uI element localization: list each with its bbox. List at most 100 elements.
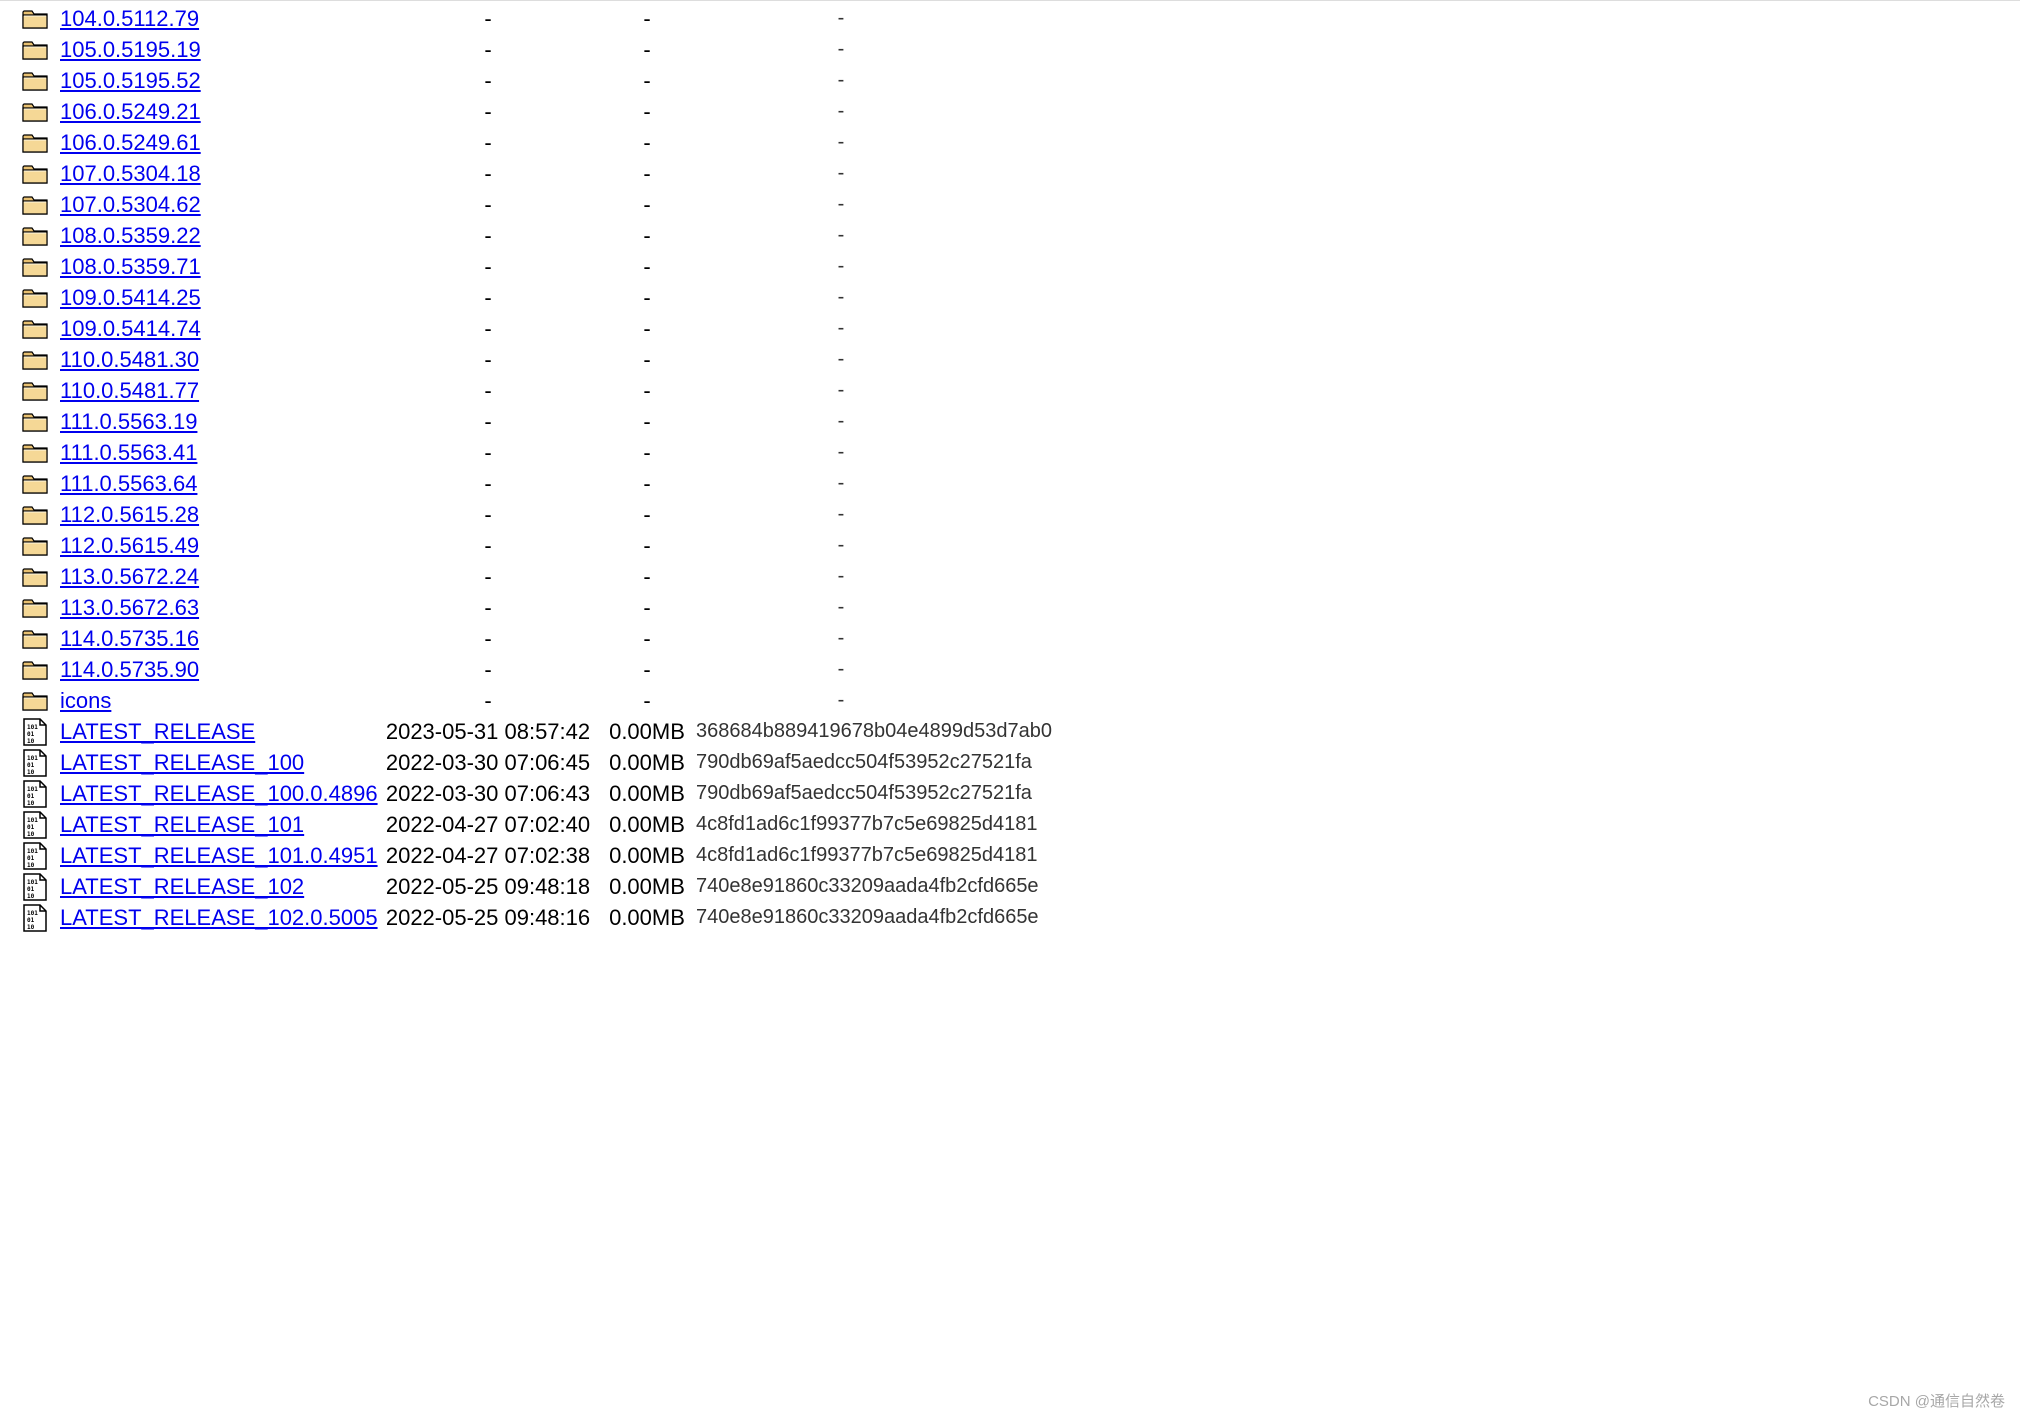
folder-link[interactable]: 109.0.5414.74	[60, 316, 201, 341]
folder-link[interactable]: 105.0.5195.19	[60, 37, 201, 62]
hash-cell: 4c8fd1ad6c1f99377b7c5e69825d4181	[696, 844, 986, 867]
watermark: CSDN @通信自然卷	[1868, 1390, 2005, 1411]
folder-icon	[22, 163, 48, 185]
folder-icon	[22, 380, 48, 402]
date-cell: -	[378, 254, 598, 280]
folder-icon	[22, 287, 48, 309]
folder-icon	[22, 39, 48, 61]
file-link[interactable]: LATEST_RELEASE	[60, 719, 255, 744]
folder-icon	[22, 256, 48, 278]
svg-text:01: 01	[27, 762, 35, 769]
file-link[interactable]: LATEST_RELEASE_100.0.4896	[60, 781, 378, 806]
folder-link[interactable]: 110.0.5481.77	[60, 378, 199, 403]
size-cell: -	[598, 254, 696, 280]
hash-cell: -	[696, 689, 986, 712]
name-cell: LATEST_RELEASE_100.0.4896	[60, 781, 378, 807]
name-cell: 105.0.5195.52	[60, 68, 378, 94]
list-row: 1010110LATEST_RELEASE_1012022-04-27 07:0…	[0, 809, 2020, 840]
folder-icon-cell	[22, 132, 60, 154]
size-cell: -	[598, 285, 696, 311]
size-cell: -	[598, 471, 696, 497]
folder-icon-cell	[22, 442, 60, 464]
date-cell: -	[378, 223, 598, 249]
folder-icon-cell	[22, 225, 60, 247]
folder-link[interactable]: 113.0.5672.24	[60, 564, 199, 589]
folder-link[interactable]: 107.0.5304.18	[60, 161, 201, 186]
date-cell: -	[378, 130, 598, 156]
date-cell: -	[378, 161, 598, 187]
date-cell: -	[378, 409, 598, 435]
folder-icon	[22, 442, 48, 464]
folder-link[interactable]: 114.0.5735.90	[60, 657, 199, 682]
hash-cell: 368684b889419678b04e4899d53d7ab0	[696, 720, 986, 743]
hash-cell: -	[696, 193, 986, 216]
folder-icon	[22, 597, 48, 619]
list-row: 107.0.5304.62---	[0, 189, 2020, 220]
folder-link[interactable]: 107.0.5304.62	[60, 192, 201, 217]
date-cell: -	[378, 595, 598, 621]
size-cell: -	[598, 192, 696, 218]
folder-link[interactable]: 109.0.5414.25	[60, 285, 201, 310]
file-link[interactable]: LATEST_RELEASE_102.0.5005	[60, 905, 378, 930]
folder-link[interactable]: 112.0.5615.49	[60, 533, 199, 558]
folder-icon-cell	[22, 566, 60, 588]
size-cell: -	[598, 688, 696, 714]
folder-icon	[22, 101, 48, 123]
folder-link[interactable]: 106.0.5249.61	[60, 130, 201, 155]
hash-cell: -	[696, 7, 986, 30]
svg-text:10: 10	[27, 924, 35, 931]
folder-icon-cell	[22, 101, 60, 123]
date-cell: -	[378, 440, 598, 466]
date-cell: -	[378, 347, 598, 373]
svg-text:01: 01	[27, 731, 35, 738]
file-link[interactable]: LATEST_RELEASE_100	[60, 750, 304, 775]
svg-text:10: 10	[27, 769, 35, 776]
folder-link[interactable]: 108.0.5359.22	[60, 223, 201, 248]
folder-link[interactable]: 104.0.5112.79	[60, 6, 199, 31]
folder-icon	[22, 318, 48, 340]
date-cell: 2022-03-30 07:06:43	[378, 781, 598, 807]
folder-link[interactable]: 113.0.5672.63	[60, 595, 199, 620]
folder-icon	[22, 132, 48, 154]
file-link[interactable]: LATEST_RELEASE_102	[60, 874, 304, 899]
folder-link[interactable]: 105.0.5195.52	[60, 68, 201, 93]
size-cell: -	[598, 657, 696, 683]
size-cell: -	[598, 347, 696, 373]
svg-text:10: 10	[27, 862, 35, 869]
folder-icon	[22, 535, 48, 557]
folder-link[interactable]: 111.0.5563.19	[60, 409, 197, 434]
file-icon-cell: 1010110	[22, 780, 60, 808]
list-row: 110.0.5481.30---	[0, 344, 2020, 375]
date-cell: -	[378, 99, 598, 125]
folder-link[interactable]: 112.0.5615.28	[60, 502, 199, 527]
folder-link[interactable]: icons	[60, 688, 111, 713]
date-cell: -	[378, 533, 598, 559]
svg-text:101: 101	[27, 817, 38, 824]
list-row: 1010110LATEST_RELEASE_100.0.48962022-03-…	[0, 778, 2020, 809]
binary-file-icon: 1010110	[22, 873, 48, 901]
folder-link[interactable]: 114.0.5735.16	[60, 626, 199, 651]
folder-icon-cell	[22, 349, 60, 371]
folder-icon-cell	[22, 8, 60, 30]
name-cell: icons	[60, 688, 378, 714]
folder-link[interactable]: 110.0.5481.30	[60, 347, 199, 372]
list-row: 109.0.5414.25---	[0, 282, 2020, 313]
svg-text:01: 01	[27, 793, 35, 800]
list-row: 1010110LATEST_RELEASE_101.0.49512022-04-…	[0, 840, 2020, 871]
size-cell: -	[598, 130, 696, 156]
name-cell: 110.0.5481.77	[60, 378, 378, 404]
svg-text:101: 101	[27, 755, 38, 762]
folder-link[interactable]: 111.0.5563.41	[60, 440, 197, 465]
size-cell: -	[598, 223, 696, 249]
hash-cell: -	[696, 255, 986, 278]
size-cell: -	[598, 595, 696, 621]
date-cell: -	[378, 688, 598, 714]
file-link[interactable]: LATEST_RELEASE_101.0.4951	[60, 843, 378, 868]
folder-link[interactable]: 111.0.5563.64	[60, 471, 197, 496]
folder-link[interactable]: 108.0.5359.71	[60, 254, 201, 279]
hash-cell: -	[696, 317, 986, 340]
date-cell: -	[378, 6, 598, 32]
hash-cell: 740e8e91860c33209aada4fb2cfd665e	[696, 906, 986, 929]
file-link[interactable]: LATEST_RELEASE_101	[60, 812, 304, 837]
folder-link[interactable]: 106.0.5249.21	[60, 99, 201, 124]
